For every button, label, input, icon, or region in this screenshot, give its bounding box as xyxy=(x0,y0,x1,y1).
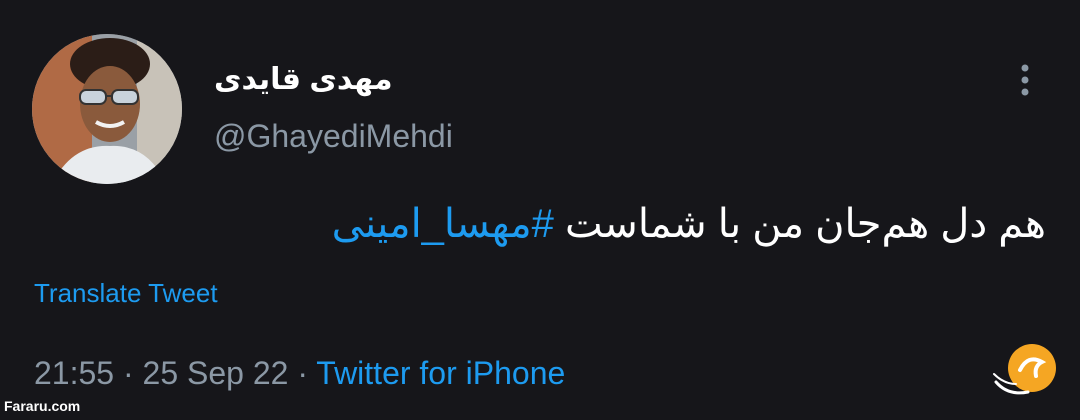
tweet-meta: 21:55 · 25 Sep 22 · Twitter for iPhone xyxy=(34,355,565,392)
translate-tweet-link[interactable]: Translate Tweet xyxy=(34,278,218,309)
hashtag-link[interactable]: #مهسا_امینی xyxy=(332,202,554,246)
author-display-name[interactable]: مهدی قایدی xyxy=(214,62,393,97)
tweet-text-main: هم دل هم‌جان من با شماست xyxy=(553,202,1046,246)
tweet-text: هم دل هم‌جان من با شماست #مهسا_امینی xyxy=(226,200,1046,248)
site-watermark: Fararu.com xyxy=(4,398,81,414)
more-vertical-icon xyxy=(1021,64,1029,96)
tweet-date[interactable]: 25 Sep 22 xyxy=(143,355,289,391)
avatar[interactable] xyxy=(32,34,182,184)
tweet-time[interactable]: 21:55 xyxy=(34,355,114,391)
meta-separator: · xyxy=(297,355,308,391)
fararu-logo-icon xyxy=(990,340,1060,402)
meta-separator: · xyxy=(122,355,134,391)
avatar-photo xyxy=(32,34,182,184)
tweet-source-link[interactable]: Twitter for iPhone xyxy=(316,355,565,391)
author-handle[interactable]: @GhayediMehdi xyxy=(214,118,453,155)
more-options-button[interactable] xyxy=(1008,60,1042,100)
